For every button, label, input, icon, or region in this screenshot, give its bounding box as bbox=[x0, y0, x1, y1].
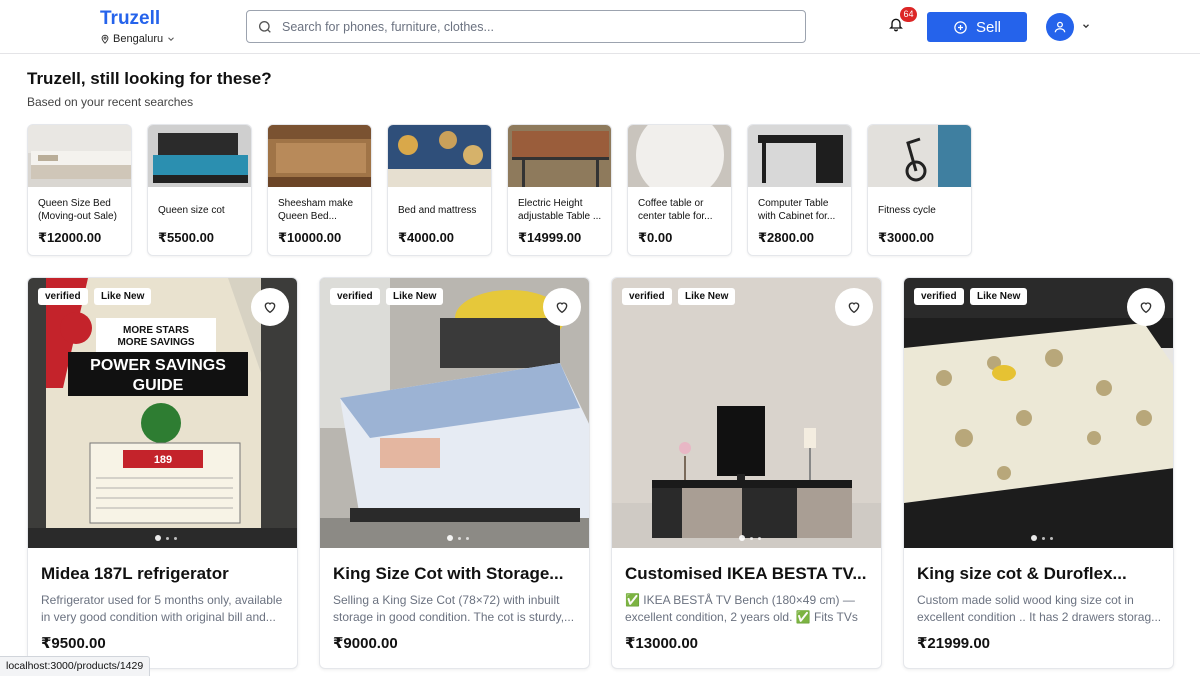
recent-item-image bbox=[148, 125, 251, 187]
recent-item-price: ₹3000.00 bbox=[878, 230, 935, 245]
recent-item-price: ₹5500.00 bbox=[158, 230, 215, 245]
favorite-button[interactable] bbox=[543, 288, 581, 326]
favorite-button[interactable] bbox=[251, 288, 289, 326]
product-price: ₹9500.00 bbox=[41, 635, 106, 652]
recent-item-name: Queen Size Bed (Moving-out Sale) bbox=[38, 198, 117, 222]
label-text-2: MORE SAVINGS bbox=[117, 337, 194, 348]
label-text-4: GUIDE bbox=[133, 377, 184, 394]
label-text-1: MORE STARS bbox=[123, 325, 189, 336]
recent-item[interactable]: Fitness cycle ₹3000.00 bbox=[867, 124, 972, 256]
logo[interactable]: Truzell bbox=[100, 8, 160, 30]
recent-item-name: Electric Height adjustable Table ... bbox=[518, 198, 602, 222]
recent-item[interactable]: Queen Size Bed (Moving-out Sale) ₹12000.… bbox=[27, 124, 132, 256]
recent-item-image bbox=[508, 125, 611, 187]
heart-icon bbox=[1140, 302, 1152, 314]
avatar[interactable] bbox=[1046, 13, 1074, 41]
product-grid: MORE STARS MORE SAVINGS POWER SAVINGS GU… bbox=[27, 277, 1174, 669]
recent-item-image bbox=[28, 125, 131, 187]
top-header: Truzell Bengaluru 64 Sell bbox=[0, 0, 1200, 54]
product-title: King size cot & Duroflex... bbox=[917, 564, 1127, 583]
recent-item[interactable]: Electric Height adjustable Table ... ₹14… bbox=[507, 124, 612, 256]
search-icon bbox=[259, 20, 271, 33]
location-selector[interactable]: Bengaluru bbox=[100, 33, 176, 45]
browser-status-url: localhost:3000/products/1429 bbox=[0, 656, 151, 676]
product-card[interactable]: verified Like New King size cot & Durofl… bbox=[903, 277, 1174, 669]
product-price: ₹21999.00 bbox=[917, 635, 991, 652]
product-description: Custom made solid wood king size cot in … bbox=[917, 593, 1162, 624]
chevron-down-icon bbox=[168, 37, 175, 41]
condition-badge: Like New bbox=[970, 288, 1028, 305]
product-card[interactable]: verified Like New Customised IKEA BESTA … bbox=[611, 277, 882, 669]
recent-item[interactable]: Coffee table or center table for... ₹0.0… bbox=[627, 124, 732, 256]
recent-section-title: Truzell, still looking for these? bbox=[27, 69, 272, 88]
product-price: ₹13000.00 bbox=[625, 635, 699, 652]
recent-item-image bbox=[268, 125, 371, 187]
product-title: Midea 187L refrigerator bbox=[41, 564, 229, 583]
heart-icon bbox=[264, 302, 276, 314]
recent-item-price: ₹10000.00 bbox=[278, 230, 342, 245]
recent-item[interactable]: Queen size cot ₹5500.00 bbox=[147, 124, 252, 256]
image-carousel-dots[interactable] bbox=[739, 535, 761, 541]
product-image: MORE STARS MORE SAVINGS POWER SAVINGS GU… bbox=[28, 278, 297, 548]
recent-item-price: ₹2800.00 bbox=[758, 230, 815, 245]
product-description: Selling a King Size Cot (78×72) with inb… bbox=[333, 593, 575, 624]
recent-section-subtitle: Based on your recent searches bbox=[27, 95, 194, 109]
product-image: verified Like New bbox=[612, 278, 881, 548]
recent-item[interactable]: Bed and mattress ₹4000.00 bbox=[387, 124, 492, 256]
recent-item-name: Coffee table or center table for... bbox=[638, 198, 713, 222]
recent-item-price: ₹4000.00 bbox=[398, 230, 455, 245]
recent-item-image bbox=[628, 125, 731, 199]
verified-badge: verified bbox=[914, 288, 964, 305]
recent-item-image bbox=[388, 125, 491, 187]
product-title: King Size Cot with Storage... bbox=[333, 564, 564, 583]
product-title: Customised IKEA BESTA TV... bbox=[625, 564, 867, 583]
account-menu-chevron-icon[interactable] bbox=[1081, 21, 1091, 31]
product-card[interactable]: verified Like New King Size Cot with Sto… bbox=[319, 277, 590, 669]
recent-item-name: Fitness cycle bbox=[878, 204, 936, 216]
image-carousel-dots[interactable] bbox=[155, 535, 177, 541]
heart-icon bbox=[848, 302, 860, 314]
recent-item-name: Computer Table with Cabinet for... bbox=[758, 198, 836, 222]
search-bar[interactable] bbox=[246, 10, 806, 43]
search-input[interactable] bbox=[282, 19, 782, 34]
product-description: Refrigerator used for 5 months only, ava… bbox=[41, 593, 283, 624]
plus-circle-icon bbox=[954, 20, 967, 34]
product-image: verified Like New bbox=[904, 278, 1173, 548]
condition-badge: Like New bbox=[386, 288, 444, 305]
image-carousel-dots[interactable] bbox=[447, 535, 469, 541]
recent-item-image bbox=[748, 125, 851, 187]
label-text-5: 189 bbox=[154, 454, 172, 466]
product-description: ✅ IKEA BESTÅ TV Bench (180×49 cm) — exce… bbox=[625, 593, 858, 624]
condition-badge: Like New bbox=[678, 288, 736, 305]
product-image: verified Like New bbox=[320, 278, 589, 548]
map-pin-icon bbox=[101, 34, 109, 44]
recent-item[interactable]: Sheesham make Queen Bed... ₹10000.00 bbox=[267, 124, 372, 256]
user-icon bbox=[1054, 21, 1066, 33]
product-card[interactable]: MORE STARS MORE SAVINGS POWER SAVINGS GU… bbox=[27, 277, 298, 669]
recent-item-name: Bed and mattress bbox=[398, 204, 477, 216]
verified-badge: verified bbox=[622, 288, 672, 305]
recent-item-price: ₹0.00 bbox=[638, 230, 673, 245]
verified-badge: verified bbox=[38, 288, 88, 305]
recent-item-name: Sheesham make Queen Bed... bbox=[278, 198, 354, 222]
recent-item-price: ₹12000.00 bbox=[38, 230, 102, 245]
recent-item-name: Queen size cot bbox=[158, 204, 225, 216]
verified-badge: verified bbox=[330, 288, 380, 305]
heart-icon bbox=[556, 302, 568, 314]
notification-count-badge: 64 bbox=[900, 7, 917, 22]
sell-button-label: Sell bbox=[975, 18, 1001, 36]
product-price: ₹9000.00 bbox=[333, 635, 398, 652]
location-label: Bengaluru bbox=[113, 33, 164, 45]
favorite-button[interactable] bbox=[835, 288, 873, 326]
sell-button[interactable]: Sell bbox=[927, 12, 1027, 42]
recent-item-image bbox=[868, 125, 971, 187]
recent-item[interactable]: Computer Table with Cabinet for... ₹2800… bbox=[747, 124, 852, 256]
recent-item-price: ₹14999.00 bbox=[518, 230, 582, 245]
condition-badge: Like New bbox=[94, 288, 152, 305]
label-text-3: POWER SAVINGS bbox=[90, 357, 226, 374]
recent-searches-list: Queen Size Bed (Moving-out Sale) ₹12000.… bbox=[27, 124, 972, 256]
favorite-button[interactable] bbox=[1127, 288, 1165, 326]
image-carousel-dots[interactable] bbox=[1031, 535, 1053, 541]
